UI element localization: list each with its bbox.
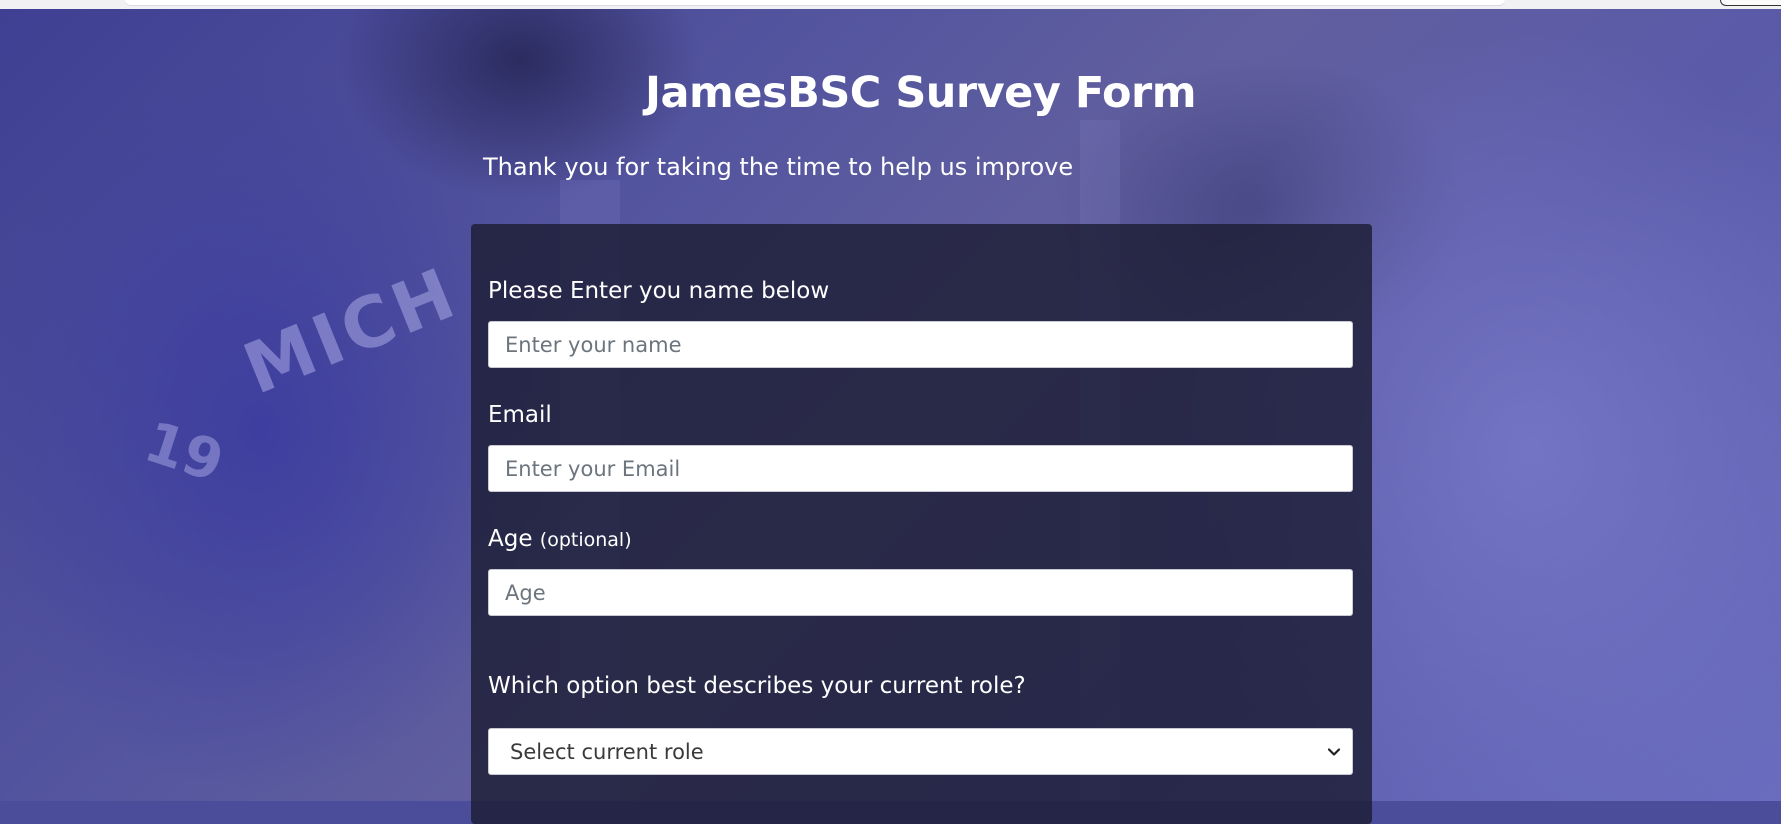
age-label-text: Age [488, 526, 533, 552]
chevron-down-icon [1326, 744, 1342, 760]
page-description: Thank you for taking the time to help us… [483, 153, 1074, 181]
background-jersey-number: 19 [136, 409, 232, 496]
age-optional-clue: (optional) [539, 529, 632, 551]
role-select[interactable]: Select current role [488, 728, 1353, 775]
name-input[interactable] [488, 321, 1353, 368]
browser-address-bar-edge[interactable] [125, 0, 1505, 6]
role-select-value: Select current role [510, 739, 704, 764]
browser-top-edge [0, 0, 1781, 9]
email-input[interactable] [488, 445, 1353, 492]
role-question-label: Which option best describes your current… [488, 673, 1026, 699]
age-label: Age (optional) [488, 526, 632, 552]
page-title: JamesBSC Survey Form [644, 68, 1197, 118]
name-label: Please Enter you name below [488, 278, 830, 304]
email-label: Email [488, 402, 552, 428]
age-input[interactable] [488, 569, 1353, 616]
browser-corner-control[interactable] [1720, 0, 1781, 6]
background-jersey-text: MICH [232, 251, 469, 411]
